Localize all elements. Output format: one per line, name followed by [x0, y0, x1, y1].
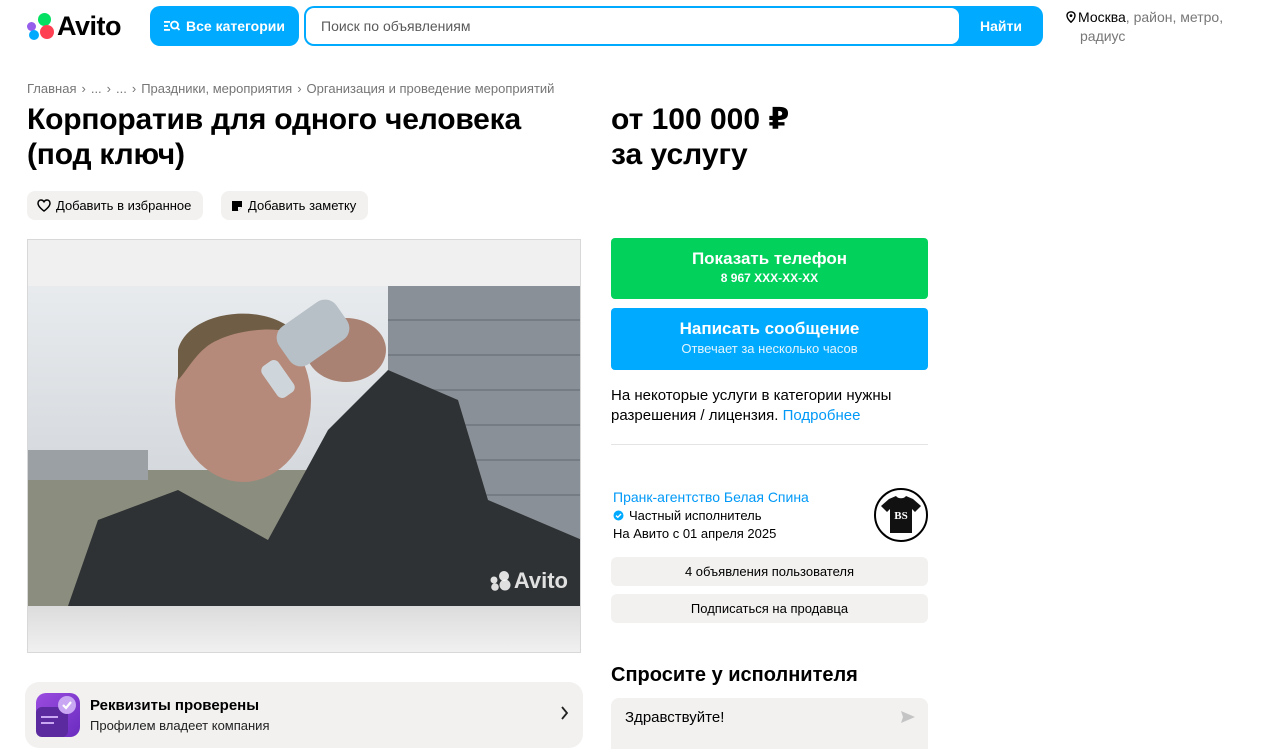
location-pin-icon	[1066, 11, 1076, 24]
breadcrumb-item[interactable]: ...	[116, 81, 127, 96]
show-phone-label: Показать телефон	[691, 249, 848, 268]
breadcrumb-item[interactable]: ...	[91, 81, 102, 96]
tshirt-logo-icon: BS	[881, 496, 921, 533]
location-options: , район, метро,	[1125, 9, 1224, 25]
breadcrumb-holidays[interactable]: Праздники, мероприятия	[141, 81, 292, 96]
masked-phone-number: 8 967 XXX-XX-XX	[720, 271, 819, 285]
send-icon[interactable]	[900, 710, 916, 729]
ask-message-field[interactable]: Здравствуйте!	[611, 698, 928, 749]
add-note-label: Добавить заметку	[248, 198, 357, 213]
price-unit: за услугу	[611, 138, 748, 171]
add-to-favorites-button[interactable]: Добавить в избранное	[27, 191, 204, 220]
logo-dots-icon	[27, 13, 55, 40]
location-selector[interactable]: Москва, район, метро, радиус	[1066, 8, 1246, 46]
verified-badge-icon	[613, 510, 624, 521]
seller-type: Частный исполнитель	[613, 508, 761, 523]
seller-avatar[interactable]: BS	[874, 488, 928, 542]
listing-price: от 100 000 ₽ за услугу	[611, 102, 789, 172]
location-city: Москва	[1078, 9, 1126, 25]
location-radius: радиус	[1080, 28, 1126, 44]
all-categories-label: Все категории	[186, 18, 285, 34]
write-message-button[interactable]: Написать сообщение Отвечает за несколько…	[611, 308, 928, 370]
divider	[611, 444, 928, 445]
note-icon	[232, 200, 242, 211]
breadcrumb-event-organization[interactable]: Организация и проведение мероприятий	[307, 81, 555, 96]
breadcrumb: Главная › ... › ... › Праздники, мероприяти…	[27, 81, 555, 96]
show-phone-button[interactable]: Показать телефон 8 967 XXX-XX-XX	[611, 238, 928, 299]
add-to-favorites-label: Добавить в избранное	[56, 198, 192, 213]
user-listings-button[interactable]: 4 объявления пользователя	[611, 557, 928, 586]
seller-since: На Авито с 01 апреля 2025	[613, 526, 777, 541]
seller-name-link[interactable]: Пранк-агентство Белая Спина	[613, 489, 809, 505]
search-button[interactable]: Найти	[959, 6, 1043, 46]
chevron-right-icon	[560, 704, 569, 725]
heart-icon	[37, 199, 51, 212]
listing-title: Корпоратив для одного человека (под ключ…	[27, 103, 521, 171]
ask-seller-title: Спросите у исполнителя	[611, 664, 858, 686]
categories-search-icon	[164, 20, 180, 31]
write-message-label: Написать сообщение	[679, 319, 860, 338]
avatar-letters: BS	[894, 510, 907, 522]
license-notice: На некоторые услуги в категории нужны ра…	[611, 386, 928, 426]
watermark-dots-icon	[490, 571, 511, 591]
search-bar: Найти	[304, 6, 1043, 46]
avito-logo[interactable]: Avito	[27, 10, 122, 41]
requisites-card[interactable]: Реквизиты проверены Профилем владеет ком…	[25, 682, 583, 748]
add-note-button[interactable]: Добавить заметку	[221, 191, 369, 220]
ask-message-text: Здравствуйте!	[625, 709, 725, 726]
license-more-link[interactable]: Подробнее	[783, 407, 861, 424]
requisites-title: Реквизиты проверены	[90, 697, 260, 714]
subscribe-seller-button[interactable]: Подписаться на продавца	[611, 594, 928, 623]
logo-text: Avito	[57, 10, 122, 41]
seller-type-label: Частный исполнитель	[629, 508, 762, 523]
listing-photo[interactable]: Avito	[27, 239, 581, 653]
response-time: Отвечает за несколько часов	[681, 341, 858, 356]
requisites-subtitle: Профилем владеет компания	[90, 718, 270, 733]
verified-document-icon	[36, 693, 80, 737]
photo-watermark: Avito	[490, 568, 568, 594]
price-amount: от 100 000 ₽	[611, 103, 790, 136]
watermark-text: Avito	[513, 568, 568, 593]
all-categories-button[interactable]: Все категории	[150, 6, 299, 46]
breadcrumb-home[interactable]: Главная	[27, 81, 76, 96]
search-input[interactable]	[306, 8, 959, 44]
